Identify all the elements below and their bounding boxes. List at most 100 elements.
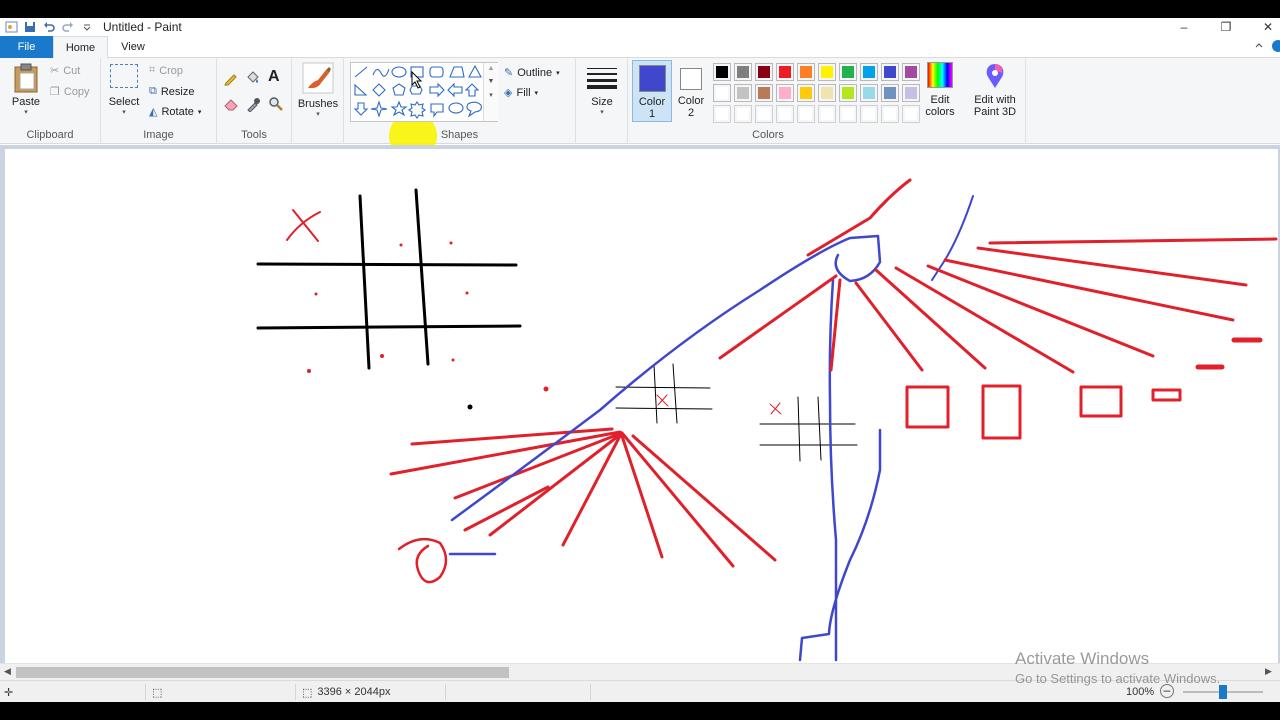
- drawing-canvas[interactable]: [5, 149, 1278, 663]
- palette-swatch[interactable]: [902, 105, 920, 123]
- paint-app-icon[interactable]: [3, 20, 19, 34]
- gallery-expand-icon[interactable]: ▾: [484, 91, 498, 99]
- palette-swatch[interactable]: [797, 63, 815, 81]
- palette-swatch-color: [716, 108, 728, 120]
- palette-swatch[interactable]: [839, 105, 857, 123]
- brush-icon: [302, 62, 334, 94]
- title-bar: Untitled - Paint – ❐ ✕: [0, 18, 1280, 36]
- palette-swatch[interactable]: [776, 63, 794, 81]
- fill-button[interactable]: ◈ Fill ▾: [504, 86, 538, 100]
- gallery-scroll-up-icon[interactable]: ▲: [484, 65, 498, 72]
- palette-swatch[interactable]: [713, 63, 731, 81]
- edit-colors-button[interactable]: Edit colors: [920, 62, 960, 118]
- paste-dropdown-icon[interactable]: ▾: [24, 108, 28, 116]
- cut-button[interactable]: ✂ Cut: [50, 64, 81, 78]
- palette-swatch[interactable]: [860, 105, 878, 123]
- zoom-out-button[interactable]: –: [1160, 684, 1174, 698]
- palette-swatch[interactable]: [839, 63, 857, 81]
- palette-swatch[interactable]: [902, 84, 920, 102]
- shapes-gallery-scroll[interactable]: ▲ ▼ ▾: [483, 63, 498, 121]
- copy-button[interactable]: ❐ Copy: [50, 85, 90, 99]
- close-button[interactable]: ✕: [1248, 18, 1280, 36]
- outline-dropdown-icon: ▾: [556, 69, 560, 77]
- palette-swatch[interactable]: [818, 84, 836, 102]
- palette-swatch[interactable]: [818, 63, 836, 81]
- help-icon[interactable]: [1272, 40, 1280, 52]
- fill-bucket-icon[interactable]: [245, 70, 261, 89]
- paste-label: Paste: [11, 96, 41, 108]
- color-picker-icon[interactable]: [245, 96, 261, 115]
- palette-swatch[interactable]: [902, 63, 920, 81]
- edit-with-paint3d-button[interactable]: Edit with Paint 3D: [966, 62, 1024, 118]
- tab-file[interactable]: File: [0, 36, 53, 58]
- size-label: Size: [591, 96, 613, 108]
- edit-colors-label-2: colors: [925, 106, 955, 118]
- palette-swatch[interactable]: [734, 105, 752, 123]
- palette-swatch[interactable]: [734, 84, 752, 102]
- rotate-button[interactable]: ◭ Rotate ▾: [149, 105, 201, 119]
- resize-label: Resize: [160, 85, 195, 98]
- customize-qat-icon[interactable]: [79, 20, 95, 34]
- restore-button[interactable]: ❐: [1206, 18, 1246, 36]
- pencil-icon[interactable]: [223, 70, 239, 89]
- edit-colors-label: Edit: [930, 94, 950, 106]
- palette-swatch[interactable]: [797, 84, 815, 102]
- palette-swatch[interactable]: [860, 63, 878, 81]
- color1-label: Color: [638, 96, 666, 108]
- palette-swatch-color: [842, 108, 854, 120]
- resize-button[interactable]: ⧉ Resize: [149, 85, 194, 98]
- eraser-icon[interactable]: [223, 96, 239, 115]
- palette-swatch[interactable]: [881, 63, 899, 81]
- crop-button[interactable]: ⌗ Crop: [149, 64, 183, 77]
- tab-view[interactable]: View: [108, 36, 158, 58]
- color2-button[interactable]: Color 2: [672, 60, 710, 122]
- size-button[interactable]: Size ▾: [584, 66, 620, 116]
- zoom-value: 100%: [1126, 686, 1155, 698]
- palette-swatch-color: [800, 108, 812, 120]
- palette-swatch[interactable]: [776, 105, 794, 123]
- palette-swatch-color: [842, 87, 854, 99]
- palette-swatch[interactable]: [713, 84, 731, 102]
- fill-icon: ◈: [504, 87, 513, 99]
- save-icon[interactable]: [22, 20, 38, 34]
- color2-number: 2: [687, 107, 695, 119]
- palette-swatch[interactable]: [797, 105, 815, 123]
- palette-swatch[interactable]: [860, 84, 878, 102]
- text-tool-icon[interactable]: A: [268, 68, 280, 86]
- minimize-ribbon-icon[interactable]: [1254, 40, 1264, 53]
- palette-swatch[interactable]: [839, 84, 857, 102]
- palette-swatch[interactable]: [755, 105, 773, 123]
- gallery-scroll-down-icon[interactable]: ▼: [484, 78, 498, 85]
- palette-swatch[interactable]: [755, 63, 773, 81]
- palette-swatch[interactable]: [713, 105, 731, 123]
- paste-button[interactable]: Paste ▾: [8, 62, 44, 116]
- brushes-button[interactable]: Brushes ▾: [296, 62, 340, 118]
- scrollbar-thumb[interactable]: [16, 667, 509, 678]
- ribbon-tabs: File Home View: [0, 36, 1280, 59]
- small-x-mark-1: [656, 394, 669, 407]
- shapes-gallery[interactable]: ▲ ▼ ▾: [350, 62, 498, 122]
- edit-colors-icon: [927, 62, 953, 88]
- tab-home[interactable]: Home: [53, 36, 108, 59]
- palette-swatch[interactable]: [755, 84, 773, 102]
- magnifier-icon[interactable]: [268, 96, 284, 115]
- small-grid-1: [615, 363, 713, 424]
- small-grid-2: [759, 396, 858, 462]
- red-x-mark: [286, 209, 321, 242]
- undo-icon[interactable]: [41, 20, 57, 34]
- select-button[interactable]: Select ▾: [107, 64, 141, 116]
- palette-swatch[interactable]: [818, 105, 836, 123]
- scroll-right-icon[interactable]: ▶: [1265, 666, 1272, 677]
- palette-swatch[interactable]: [776, 84, 794, 102]
- minimize-button[interactable]: –: [1164, 18, 1204, 36]
- zoom-slider-thumb[interactable]: [1219, 685, 1227, 699]
- outline-button[interactable]: ✎ Outline ▾: [504, 66, 560, 80]
- palette-swatch[interactable]: [881, 105, 899, 123]
- color1-button[interactable]: Color 1: [632, 60, 672, 122]
- redo-icon[interactable]: [60, 20, 76, 34]
- scroll-left-icon[interactable]: ◀: [4, 666, 11, 677]
- select-dropdown-icon[interactable]: ▾: [122, 108, 126, 116]
- palette-swatch[interactable]: [881, 84, 899, 102]
- cut-label: Cut: [63, 64, 81, 77]
- palette-swatch[interactable]: [734, 63, 752, 81]
